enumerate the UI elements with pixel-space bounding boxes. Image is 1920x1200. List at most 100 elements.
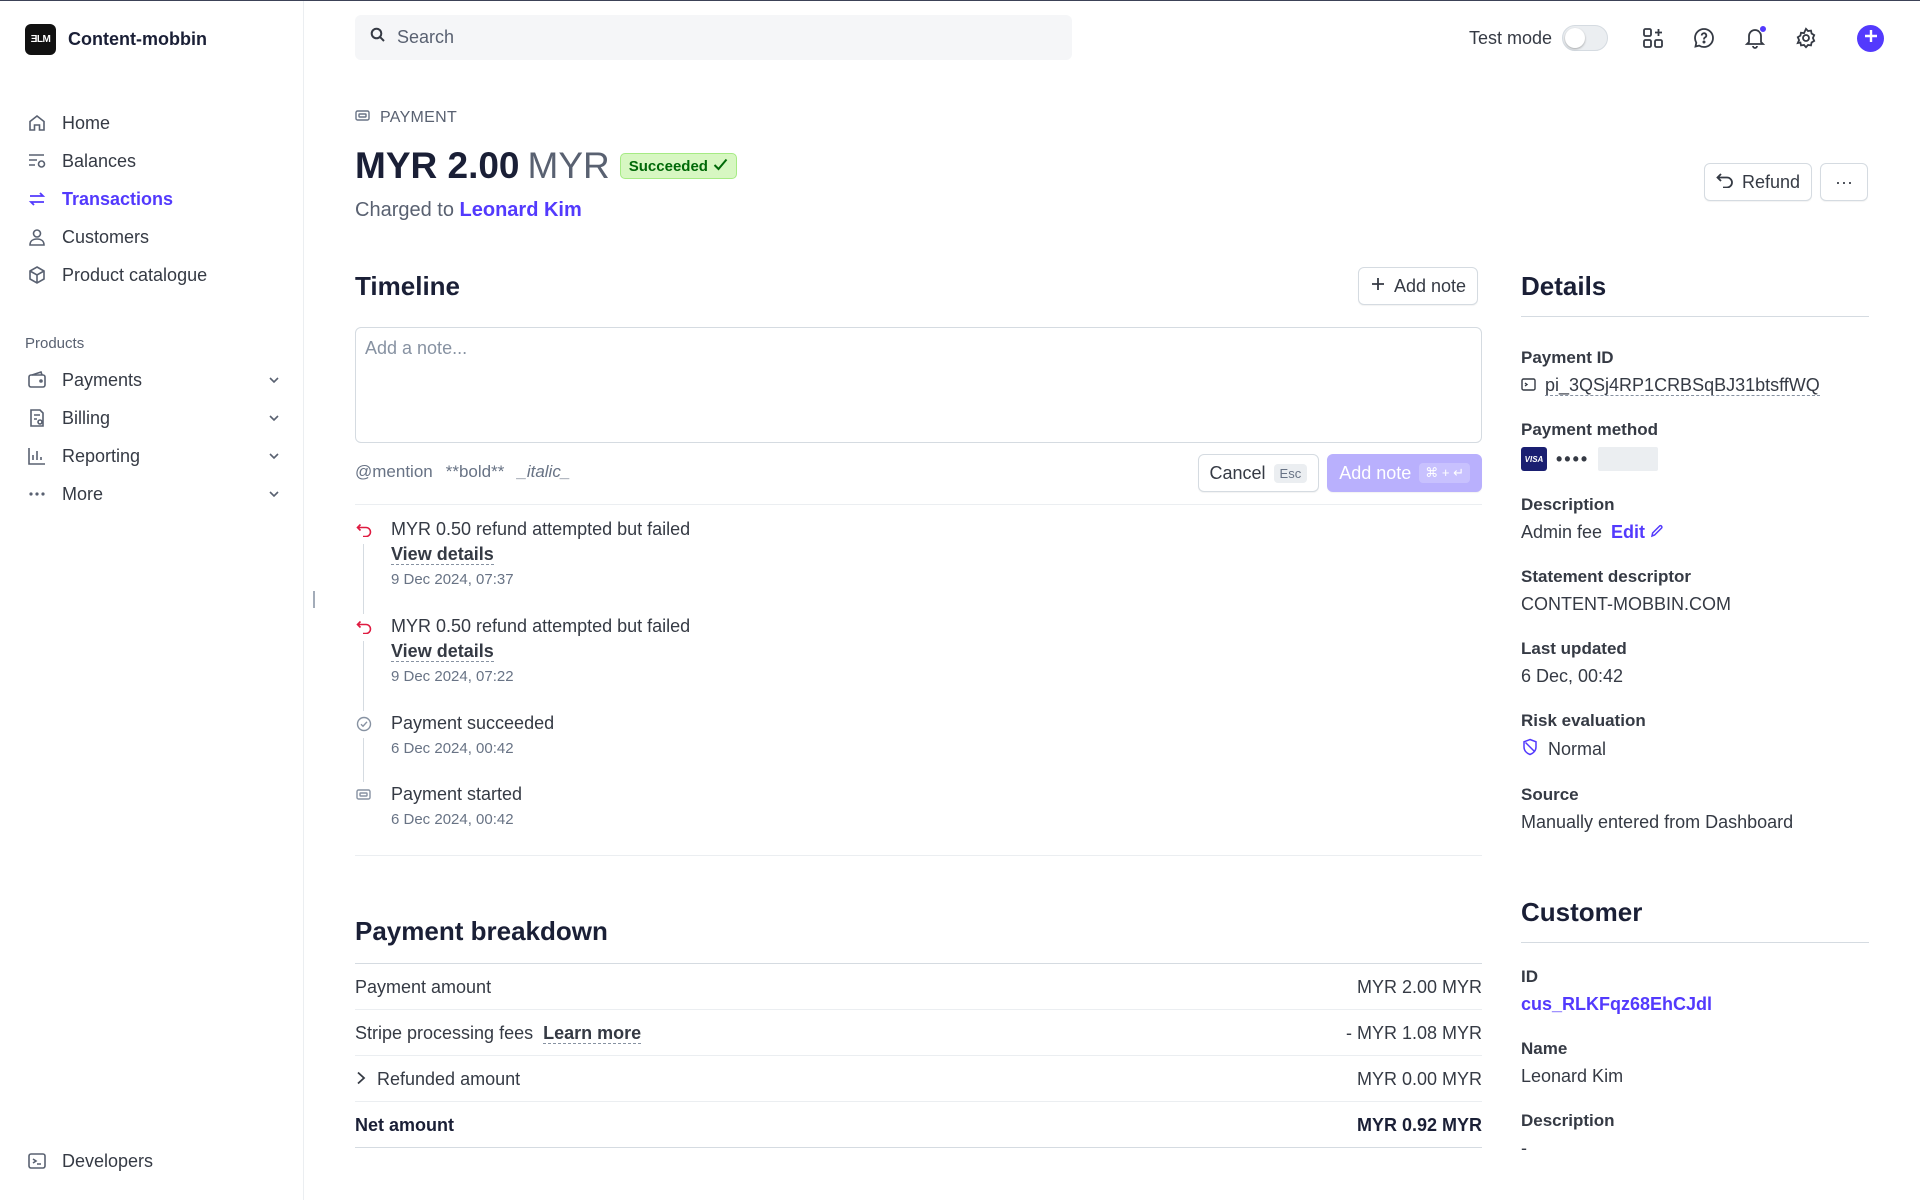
format-hints: @mention **bold** _italic_ bbox=[355, 462, 570, 482]
sidebar-resize-handle[interactable] bbox=[313, 591, 315, 608]
sidebar-item-more[interactable]: More bbox=[25, 475, 280, 513]
sidebar-item-label: Payments bbox=[62, 369, 143, 390]
learn-more-link[interactable]: Learn more bbox=[543, 1023, 642, 1044]
search-input[interactable] bbox=[397, 27, 997, 48]
test-mode-toggle[interactable] bbox=[1562, 25, 1608, 51]
customer-panel: Customer ID cus_RLKFqz68EhCJdl Name Leon… bbox=[1521, 897, 1869, 1159]
payment-id-value[interactable]: pi_3QSj4RP1CRBSqBJ31btsffWQ bbox=[1545, 375, 1820, 396]
timeline-connector bbox=[363, 544, 364, 614]
sidebar-item-label: Billing bbox=[62, 407, 111, 428]
payment-icon bbox=[355, 786, 372, 803]
source-value: Manually entered from Dashboard bbox=[1521, 812, 1794, 832]
search-icon bbox=[370, 27, 386, 48]
submit-key-hint: ⌘ + ↵ bbox=[1419, 463, 1470, 483]
customer-name-value: Leonard Kim bbox=[1521, 1066, 1624, 1086]
refund-icon bbox=[355, 521, 372, 538]
card-masked-number: •••• bbox=[1556, 448, 1590, 469]
customer-title: Customer bbox=[1521, 897, 1869, 943]
note-textarea[interactable] bbox=[355, 327, 1482, 443]
timeline-event: Payment succeeded 6 Dec 2024, 00:42 bbox=[355, 712, 1482, 783]
plus-icon bbox=[1864, 29, 1878, 48]
apps-icon[interactable] bbox=[1638, 23, 1668, 53]
test-mode-label: Test mode bbox=[1468, 27, 1552, 48]
chevron-down-icon bbox=[268, 370, 280, 391]
details-title: Details bbox=[1521, 271, 1869, 317]
account-switcher[interactable]: ƎLM Content-mobbin bbox=[25, 24, 207, 55]
field-label: Payment method bbox=[1521, 420, 1658, 439]
event-title: Payment succeeded bbox=[391, 713, 555, 733]
table-row: Payment amount MYR 2.00 MYR bbox=[355, 964, 1482, 1010]
payment-amount: MYR 2.00 bbox=[355, 145, 520, 186]
sidebar-item-reporting[interactable]: Reporting bbox=[25, 437, 280, 475]
sidebar-item-billing[interactable]: Billing bbox=[25, 399, 280, 437]
field-label: Description bbox=[1521, 495, 1615, 514]
sidebar-item-payments[interactable]: Payments bbox=[25, 361, 280, 399]
sidebar-item-home[interactable]: Home bbox=[25, 104, 280, 142]
cancel-note-button[interactable]: Cancel Esc bbox=[1197, 454, 1320, 492]
home-icon bbox=[25, 111, 49, 135]
notifications-icon[interactable] bbox=[1740, 23, 1770, 53]
mention-hint: @mention bbox=[355, 462, 433, 481]
customer-id-link[interactable]: cus_RLKFqz68EhCJdl bbox=[1521, 994, 1712, 1015]
customers-icon bbox=[25, 225, 49, 249]
customer-link[interactable]: Leonard Kim bbox=[460, 199, 582, 221]
visa-card-icon: VISA bbox=[1521, 447, 1547, 471]
submit-note-button[interactable]: Add note ⌘ + ↵ bbox=[1327, 454, 1482, 492]
timeline-event: Payment started 6 Dec 2024, 00:42 bbox=[355, 783, 1482, 843]
charged-prefix: Charged to bbox=[355, 199, 454, 221]
sidebar-item-product-catalogue[interactable]: Product catalogue bbox=[25, 256, 280, 294]
bold-hint: **bold** bbox=[445, 462, 505, 481]
more-actions-button[interactable]: ··· bbox=[1820, 163, 1868, 201]
details-panel: Details Payment ID pi_3QSj4RP1CRBSqBJ31b… bbox=[1521, 271, 1869, 833]
risk-value: Normal bbox=[1548, 739, 1607, 759]
breadcrumb: PAYMENT bbox=[355, 108, 457, 128]
refund-button[interactable]: Refund bbox=[1703, 163, 1812, 201]
statement-descriptor-field: Statement descriptor CONTENT-MOBBIN.COM bbox=[1521, 566, 1869, 615]
sidebar-item-transactions[interactable]: Transactions bbox=[25, 180, 280, 218]
pencil-icon bbox=[1650, 522, 1664, 543]
field-label: Payment ID bbox=[1521, 348, 1614, 367]
charged-to: Charged to Leonard Kim bbox=[355, 199, 582, 222]
terminal-icon bbox=[25, 1149, 49, 1173]
last-updated-field: Last updated 6 Dec, 00:42 bbox=[1521, 638, 1869, 687]
refund-icon bbox=[1716, 172, 1734, 193]
redacted-block bbox=[1598, 447, 1659, 471]
timeline-title: Timeline bbox=[355, 271, 461, 301]
table-row-expandable[interactable]: Refunded amount MYR 0.00 MYR bbox=[355, 1056, 1482, 1102]
note-actions: Cancel Esc Add note ⌘ + ↵ bbox=[1197, 454, 1482, 492]
settings-icon[interactable] bbox=[1791, 23, 1821, 53]
description-value: Admin fee bbox=[1521, 522, 1603, 542]
field-label: Statement descriptor bbox=[1521, 567, 1692, 586]
event-title: MYR 0.50 refund attempted but failed bbox=[391, 519, 691, 539]
view-details-link[interactable]: View details bbox=[391, 544, 494, 565]
sidebar-item-balances[interactable]: Balances bbox=[25, 142, 280, 180]
chevron-down-icon bbox=[268, 408, 280, 429]
transactions-icon bbox=[25, 187, 49, 211]
more-actions-label: ··· bbox=[1835, 171, 1853, 192]
payment-breakdown-title: Payment breakdown bbox=[355, 916, 608, 946]
billing-icon bbox=[25, 406, 49, 430]
help-icon[interactable] bbox=[1689, 23, 1719, 53]
products-section-label: Products bbox=[25, 335, 85, 352]
view-details-link[interactable]: View details bbox=[391, 641, 494, 662]
search-bar[interactable] bbox=[355, 15, 1072, 60]
row-label: Refunded amount bbox=[377, 1069, 521, 1089]
italic-hint: _italic_ bbox=[517, 462, 571, 481]
payment-icon bbox=[355, 108, 370, 128]
reporting-icon bbox=[25, 444, 49, 468]
topbar-actions: Test mode bbox=[1469, 19, 1920, 57]
sidebar-item-customers[interactable]: Customers bbox=[25, 218, 280, 256]
edit-description-link[interactable]: Edit bbox=[1611, 522, 1664, 543]
field-label: ID bbox=[1521, 967, 1538, 986]
product-icon bbox=[25, 263, 49, 287]
create-button[interactable] bbox=[1857, 24, 1884, 52]
notification-dot bbox=[1759, 25, 1767, 33]
status-badge: Succeeded bbox=[619, 153, 737, 179]
add-note-button[interactable]: Add note bbox=[1358, 267, 1479, 305]
customer-description-field: Description - bbox=[1521, 1110, 1869, 1159]
field-label: Source bbox=[1521, 785, 1579, 804]
esc-key-hint: Esc bbox=[1273, 463, 1308, 483]
field-label: Risk evaluation bbox=[1521, 711, 1646, 730]
sidebar-item-developers[interactable]: Developers bbox=[25, 1142, 153, 1180]
products-nav: Payments Billing Reporting More bbox=[25, 361, 280, 513]
